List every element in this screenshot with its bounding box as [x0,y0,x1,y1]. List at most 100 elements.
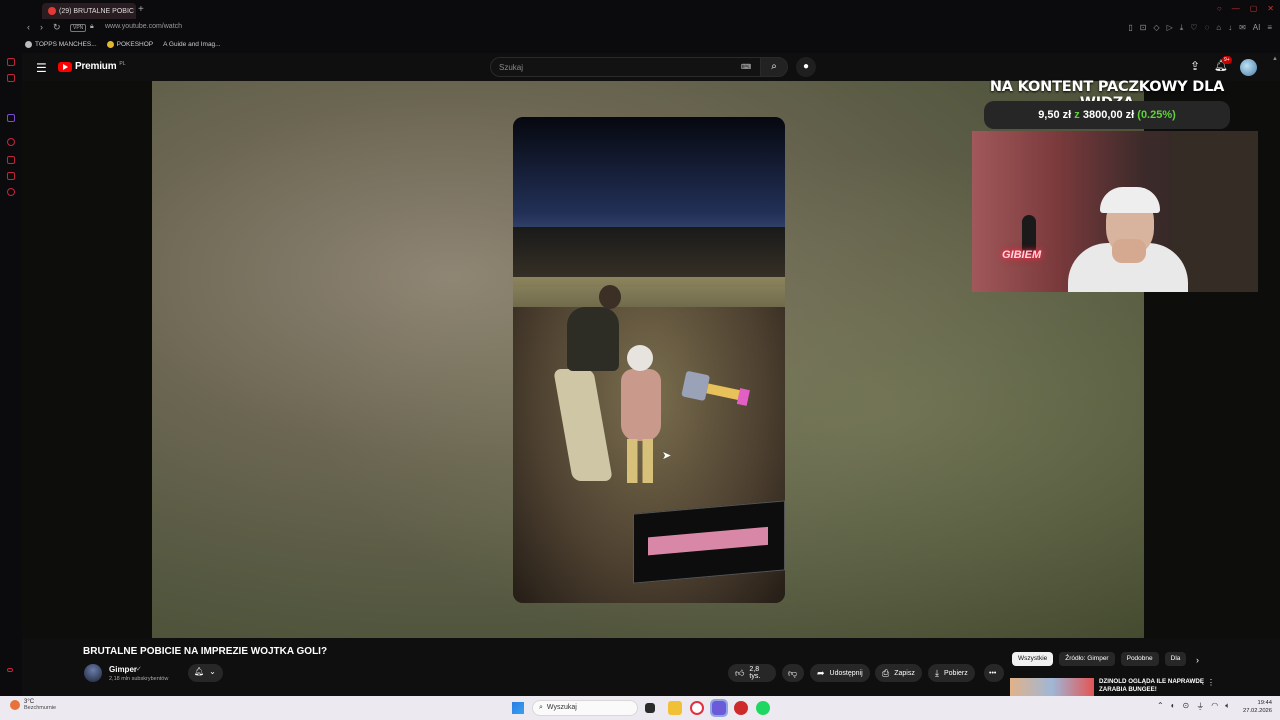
tab-title: (29) BRUTALNE POBIC [59,7,134,15]
voice-search-button[interactable]: ● [796,57,816,77]
donation-goal: 9,50 zł z 3800,00 zł (0.25%) [984,101,1230,129]
recommendation-thumbnail[interactable] [1010,678,1094,696]
dislike-button[interactable]: 👎︎ [782,664,804,682]
file-explorer-icon[interactable] [668,701,682,715]
tab-bar: (29) BRUTALNE POBIC + ○ — ▢ ✕ [0,0,1280,20]
opera-gx-icon[interactable] [690,701,704,715]
vpn-badge[interactable]: VPN [70,24,87,32]
forward-icon[interactable]: › [40,22,43,32]
tray-app-icon[interactable]: ◐ [1171,701,1176,712]
extensions-area: ▯ ⊡ ◇ ▷ ⤓ ♡ ◌ ⌂ ↓ ✉ AI ≡ [1128,23,1272,33]
sidebar-more-icon[interactable] [7,668,13,672]
sidebar-settings-icon[interactable] [7,188,15,196]
download-button[interactable]: ⤓ Pobierz [928,664,975,682]
bookmark-favicon-icon [106,41,114,48]
sidebar-send-icon[interactable] [7,172,15,180]
subscription-bell-button[interactable]: 🔔︎ ⌄ [188,664,223,682]
subscriber-count: 2,18 mln subskrybentów [109,676,169,682]
notification-badge: 9+ [1222,56,1232,64]
video-info: BRUTALNE POBICIE NA IMPREZIE WOJTKA GOLI… [22,638,1280,696]
download-icon[interactable]: ⤓ [1180,23,1184,33]
wallet-icon[interactable]: ⌂ [1216,23,1221,33]
lock-icon[interactable]: 🔒︎ [90,23,94,31]
search-input[interactable]: Szukaj [490,57,760,77]
share-button[interactable]: ➦ Udostępnij [810,664,870,682]
search-button[interactable]: ⌕ [760,57,788,77]
taskbar-search[interactable]: ⌕ Wyszukaj [532,700,638,716]
search-icon: ⌕ [539,704,543,711]
save-button[interactable]: ⎙ Zapisz [875,664,922,682]
save-icon: ⎙ [882,667,890,678]
bookmark-item[interactable]: A Guide and Imag... [163,41,220,48]
thumbs-up-icon: 👍︎ [735,667,745,678]
tray-network-icon[interactable]: ⊙ [1183,701,1190,712]
scroll-up-icon[interactable]: ▲ [1272,56,1278,62]
video-frame[interactable] [513,117,785,603]
sidebar-messenger-icon[interactable] [7,58,15,66]
spotify-icon[interactable] [756,701,770,715]
player-icon[interactable]: ▷ [1167,23,1173,33]
shield-icon[interactable]: ◇ [1153,23,1159,33]
close-button[interactable]: ✕ [1267,4,1274,13]
app-icon[interactable] [734,701,748,715]
chip-for-you[interactable]: Dla [1164,652,1187,666]
bookmark-favicon-icon [25,41,32,48]
filter-chips: Wszystkie Źródło: Gimper Podobne Dla [1012,652,1187,666]
search-tabs-icon[interactable]: ○ [1217,4,1222,13]
chip-similar[interactable]: Podobne [1120,652,1159,666]
downloads-icon[interactable]: ↓ [1228,23,1232,33]
back-icon[interactable]: ‹ [27,22,30,32]
menu-icon[interactable]: ≡ [1267,23,1272,33]
start-button[interactable] [512,702,524,714]
reload-icon[interactable]: ↻ [53,22,61,33]
maximize-button[interactable]: ▢ [1250,4,1258,13]
clock[interactable]: 19:44 27.02.2026 [1243,699,1272,715]
ai-button[interactable]: AI [1253,23,1261,33]
bookmark-icon[interactable]: ▯ [1128,23,1132,33]
webcam-overlay: GIBIEM [972,131,1258,292]
active-tab[interactable]: (29) BRUTALNE POBIC [42,3,136,19]
youtube-tab-icon [48,7,56,15]
hamburger-menu-icon[interactable]: ☰ [36,61,47,75]
youtube-logo-icon [58,61,72,72]
discord-icon[interactable] [710,699,728,717]
chat-icon[interactable]: ◌ [1204,23,1209,33]
recommendation-menu-icon[interactable]: ⋮ [1207,678,1215,687]
mic-icon: ● [802,61,810,72]
chip-all[interactable]: Wszystkie [1012,652,1054,666]
sidebar-twitch-icon[interactable] [7,114,15,122]
task-view-icon[interactable] [645,703,655,713]
tray-usb-icon[interactable]: ⏚ [1196,701,1204,712]
recommendation-title[interactable]: DZINOLD OGLĄDA ILE NAPRAWDĘ ZARABIA BUNG… [1099,678,1209,694]
like-button[interactable]: 👍︎ 2,8 tys. [728,664,776,682]
chip-source[interactable]: Źródło: Gimper [1059,652,1115,666]
url-field[interactable]: www.youtube.com/watch [105,23,182,30]
snapshot-icon[interactable]: ⊡ [1140,23,1147,33]
tray-wifi-icon[interactable]: ◠ [1211,701,1218,712]
share-icon: ➦ [817,667,825,678]
channel-avatar[interactable] [84,664,102,682]
extensions-icon[interactable]: ✉ [1239,23,1246,33]
bookmark-item[interactable]: TOPPS MANCHES... [25,41,97,48]
sidebar-instagram-icon[interactable] [7,74,15,82]
sidebar-clock-icon[interactable] [7,156,15,164]
heart-icon[interactable]: ♡ [1190,23,1197,33]
youtube-premium-logo[interactable]: Premium PL [58,61,126,72]
system-tray: ⌃ ◐ ⊙ ⏚ ◠ 🔈︎ [1157,701,1230,712]
minimize-button[interactable]: — [1232,4,1240,13]
browser-sidebar [0,0,22,696]
weather-widget[interactable]: 3°C Bezchmurnie [10,699,56,711]
pinata-box [633,500,785,584]
bookmark-item[interactable]: POKESHOP [106,41,153,48]
keyboard-icon[interactable]: ⌨ [741,63,751,71]
tray-volume-icon[interactable]: 🔈︎ [1225,701,1230,712]
create-upload-icon[interactable]: ⇪ [1190,59,1200,73]
youtube-header: ☰ Premium PL Szukaj ⌨ ⌕ ● ⇪ 🔔︎ 9+ [22,53,1280,81]
tray-chevron-up-icon[interactable]: ⌃ [1157,701,1164,712]
chevron-right-icon[interactable]: › [1196,655,1199,665]
channel-name[interactable]: Gimper [109,665,137,674]
more-actions-button[interactable]: ••• [984,664,1004,682]
account-avatar[interactable] [1240,59,1257,76]
sidebar-history-icon[interactable] [7,138,15,146]
new-tab-button[interactable]: + [138,4,144,15]
